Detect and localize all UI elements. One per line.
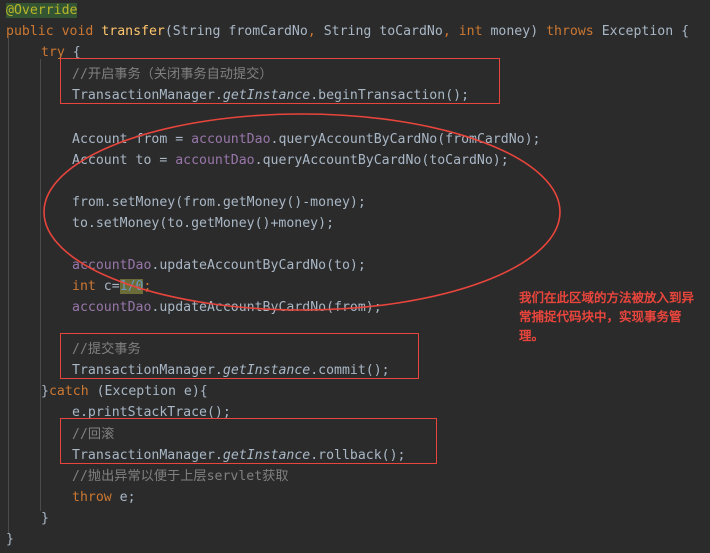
line-catch-close[interactable]: }	[41, 508, 49, 529]
try-brace-open: {	[72, 45, 81, 60]
line-comment-rollback[interactable]: //回滚	[72, 424, 114, 445]
comment-rollback: //回滚	[72, 427, 115, 442]
throw-keyword: throw	[72, 490, 112, 505]
line-method-signature[interactable]: public void transfer(String fromCardNo, …	[6, 21, 689, 42]
line-rollback[interactable]: TransactionManager.getInstance.rollback(…	[72, 445, 406, 466]
divide-by-zero-expression: 1/0	[119, 279, 144, 294]
dot-2: .	[214, 363, 223, 378]
try-keyword: try	[41, 45, 65, 60]
set-from-money-call: from.setMoney(from.getMoney()-money);	[72, 195, 366, 210]
comment-begin-transaction: //开启事务（关闭事务自动提交）	[72, 67, 273, 82]
open-paren: (	[164, 24, 173, 39]
line-query-to[interactable]: Account to = accountDao.queryAccountByCa…	[72, 150, 509, 171]
print-stack-trace-call: e.printStackTrace();	[72, 405, 231, 420]
line-method-close[interactable]: }	[6, 529, 14, 550]
comment-commit-transaction: //提交事务	[72, 342, 141, 357]
comma-1: ,	[307, 24, 324, 39]
public-keyword: public	[6, 24, 54, 39]
line-try-open[interactable]: try {	[41, 42, 81, 63]
comment-throw-exception: //抛出异常以便于上层servlet获取	[72, 469, 289, 484]
account-type-1: Account	[72, 132, 128, 147]
int-declaration-keyword: int	[72, 279, 96, 294]
param-money: money	[490, 24, 531, 39]
transaction-manager-class-3: TransactionManager	[72, 448, 215, 463]
dot-1: .	[214, 88, 223, 103]
catch-keyword: catch	[48, 384, 89, 399]
transaction-manager-class-2: TransactionManager	[72, 363, 215, 378]
line-comment-begin-tx[interactable]: //开启事务（关闭事务自动提交）	[72, 64, 273, 85]
transaction-manager-class-1: TransactionManager	[72, 88, 215, 103]
var-c-decl: c=	[95, 279, 120, 294]
throws-keyword: throws	[546, 24, 594, 39]
dot-3: .	[214, 448, 223, 463]
update-to-call: .updateAccountByCardNo(to);	[151, 258, 366, 273]
query-to-call: .queryAccountByCardNo(toCardNo);	[254, 153, 509, 168]
line-commit[interactable]: TransactionManager.getInstance.commit();	[72, 360, 390, 381]
account-dao-field-3: accountDao	[72, 258, 152, 273]
semicolon-divide: ;	[143, 279, 152, 294]
close-paren: )	[530, 24, 539, 39]
var-to-decl: to =	[127, 153, 176, 168]
line-set-to-money[interactable]: to.setMoney(to.getMoney()+money);	[72, 213, 334, 234]
line-comment-throw[interactable]: //抛出异常以便于上层servlet获取	[72, 466, 289, 487]
query-from-call: .queryAccountByCardNo(fromCardNo);	[270, 132, 541, 147]
code-editor-viewport[interactable]: @Override public void transfer(String fr…	[0, 0, 710, 553]
set-to-money-call: to.setMoney(to.getMoney()+money);	[72, 216, 335, 231]
catch-brace-close: }	[41, 384, 49, 399]
string-type-2: String	[323, 24, 372, 39]
line-update-to[interactable]: accountDao.updateAccountByCardNo(to);	[72, 255, 366, 276]
code-content[interactable]: @Override public void transfer(String fr…	[0, 0, 710, 553]
throw-variable: e;	[111, 490, 136, 505]
line-catch[interactable]: }catch (Exception e){	[41, 381, 208, 402]
line-annotation-override[interactable]: @Override	[6, 0, 78, 21]
param-from-card-no: fromCardNo	[228, 24, 308, 39]
account-dao-field-2: accountDao	[175, 153, 255, 168]
transfer-method-name: transfer	[101, 24, 165, 39]
override-annotation-token: @Override	[6, 3, 78, 18]
param-to-card-no: toCardNo	[379, 24, 443, 39]
line-query-from[interactable]: Account from = accountDao.queryAccountBy…	[72, 129, 540, 150]
account-dao-field-1: accountDao	[191, 132, 271, 147]
line-update-from[interactable]: accountDao.updateAccountByCardNo(from);	[72, 297, 382, 318]
rollback-call: .rollback();	[310, 448, 406, 463]
comma-2: ,	[442, 24, 459, 39]
catch-block-brace-close: }	[41, 511, 49, 526]
line-divide-by-zero[interactable]: int c=1/0;	[72, 276, 151, 297]
exception-type: Exception	[601, 24, 674, 39]
line-throw[interactable]: throw e;	[72, 487, 136, 508]
int-keyword: int	[458, 24, 483, 39]
get-instance-call-3: getInstance	[222, 448, 311, 463]
catch-params: (Exception e){	[88, 384, 208, 399]
begin-transaction-call: .beginTransaction();	[310, 88, 470, 103]
line-begin-transaction[interactable]: TransactionManager.getInstance.beginTran…	[72, 85, 469, 106]
method-brace-open: {	[681, 24, 690, 39]
var-from-decl: from =	[127, 132, 192, 147]
account-type-2: Account	[72, 153, 128, 168]
string-type-1: String	[172, 24, 221, 39]
commit-call: .commit();	[310, 363, 390, 378]
line-print-stack-trace[interactable]: e.printStackTrace();	[72, 402, 231, 423]
get-instance-call-1: getInstance	[222, 88, 311, 103]
method-brace-close: }	[6, 532, 14, 547]
get-instance-call-2: getInstance	[222, 363, 311, 378]
void-keyword: void	[61, 24, 94, 39]
line-set-from-money[interactable]: from.setMoney(from.getMoney()-money);	[72, 192, 366, 213]
line-comment-commit-tx[interactable]: //提交事务	[72, 339, 141, 360]
update-from-call: .updateAccountByCardNo(from);	[151, 300, 382, 315]
account-dao-field-4: accountDao	[72, 300, 152, 315]
